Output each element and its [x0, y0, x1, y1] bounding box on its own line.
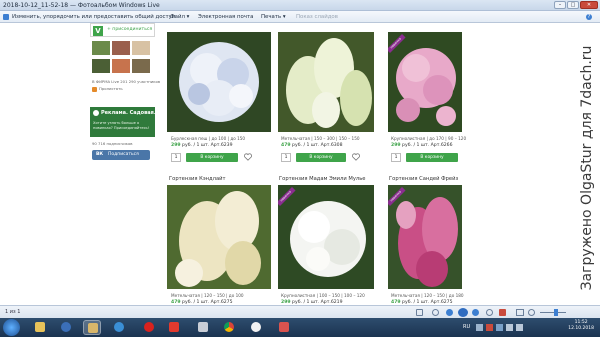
- minimize-button[interactable]: –: [554, 1, 566, 9]
- product-info: Бурлескная пеш | до 100 | до 150: [171, 136, 246, 141]
- tray-icon[interactable]: [496, 324, 503, 331]
- product-info: Крупнолистная | до 170 | 90 – 120: [391, 136, 467, 141]
- quantity-field[interactable]: 1: [281, 153, 291, 162]
- slideshow-play-icon[interactable]: [458, 308, 468, 317]
- ok-icon: [92, 87, 97, 92]
- info-icon[interactable]: [416, 309, 423, 316]
- zoom-slider[interactable]: [540, 312, 566, 313]
- add-to-cart-button[interactable]: В корзину: [296, 153, 346, 162]
- product-image[interactable]: [278, 32, 374, 132]
- volume-icon[interactable]: [516, 324, 523, 331]
- start-button[interactable]: [3, 319, 20, 336]
- product-info: Метельчатая | 120 – 150 | до 100: [171, 293, 244, 298]
- fit-icon[interactable]: [516, 309, 524, 316]
- avatar[interactable]: [92, 41, 110, 55]
- hydrangea-candlelight-photo: [167, 185, 271, 289]
- chrome-icon[interactable]: [220, 320, 238, 335]
- zoom-icon[interactable]: [528, 309, 535, 316]
- product-price: 479 руб. / 1 шт. Арт.6308: [281, 143, 343, 148]
- avatar[interactable]: [132, 59, 150, 73]
- hydrangea-sundae-fraise-photo: [388, 185, 462, 289]
- print-menu[interactable]: Печать ▾: [261, 11, 286, 23]
- tray-icon[interactable]: [486, 324, 493, 331]
- vk-subscribe-label: Подписаться: [108, 152, 139, 157]
- scroll-link[interactable]: Пролистать: [99, 86, 123, 91]
- delete-icon[interactable]: [499, 309, 506, 316]
- vk-subscribe-button[interactable]: ВК Подписаться: [92, 150, 150, 160]
- opera-icon[interactable]: [140, 320, 158, 335]
- slideshow-menu[interactable]: Показ слайдов: [296, 11, 338, 23]
- group-widget-header: V + присоединиться: [90, 23, 155, 37]
- share-menu[interactable]: Изменить, упорядочить или предоставить о…: [12, 11, 175, 23]
- product-image[interactable]: новинка: [278, 185, 374, 289]
- share-icon: [3, 14, 9, 20]
- avatar[interactable]: [112, 59, 130, 73]
- product-title[interactable]: Гортензия Сандей Фрейз: [389, 176, 458, 182]
- language-indicator[interactable]: RU: [463, 318, 470, 337]
- quantity-field[interactable]: 1: [171, 153, 181, 162]
- paint-icon[interactable]: [275, 320, 293, 335]
- rotate-right-icon[interactable]: [486, 309, 493, 316]
- vk-icon: ВК: [96, 152, 104, 157]
- email-menu[interactable]: Электронная почта: [198, 11, 253, 23]
- promo-text: Хотите узнать больше о новинках? Присоед…: [93, 121, 150, 130]
- yandex-browser-icon[interactable]: [247, 320, 265, 335]
- heart-icon[interactable]: [244, 153, 252, 161]
- quantity-field[interactable]: 1: [391, 153, 401, 162]
- members-count: В ФИРМА Live 201 290 участников: [92, 79, 161, 84]
- add-to-cart-button[interactable]: В корзину: [186, 153, 238, 162]
- product-image[interactable]: новинка: [388, 185, 462, 289]
- window-titlebar: 2018-10-12_11-52-18 — Фотоальбом Windows…: [0, 0, 600, 11]
- media-player-icon[interactable]: [57, 320, 75, 335]
- watermark-text: Загружено OlgaStur для 7dach.ru: [579, 45, 595, 291]
- previous-icon[interactable]: [446, 309, 453, 316]
- network-icon[interactable]: [506, 324, 513, 331]
- avatar[interactable]: [112, 41, 130, 55]
- rotate-left-icon[interactable]: [432, 309, 439, 316]
- product-image[interactable]: [167, 32, 271, 132]
- product-image[interactable]: [167, 185, 271, 289]
- product-image[interactable]: новинка: [388, 32, 462, 132]
- yandex-icon[interactable]: [165, 320, 183, 335]
- internet-explorer-icon[interactable]: [110, 320, 128, 335]
- avatar[interactable]: [92, 59, 110, 73]
- app-icon[interactable]: [194, 320, 212, 335]
- product-price: 299 руб. / 1 шт. Арт.6239: [171, 143, 233, 148]
- hydrangea-blue-white-photo: [167, 32, 271, 132]
- heart-icon[interactable]: [352, 153, 360, 161]
- product-price: 299 руб. / 1 шт. Арт.6266: [391, 143, 453, 148]
- add-to-cart-button[interactable]: В корзину: [406, 153, 458, 162]
- group-logo: V: [93, 26, 103, 36]
- photo-gallery-icon[interactable]: [83, 320, 101, 335]
- photo-viewer: V + присоединиться В ФИРМА Live 201 290 …: [0, 23, 600, 305]
- watermark: Загружено OlgaStur для 7dach.ru: [574, 0, 600, 337]
- hydrangea-madame-emile-mouillere-photo: [278, 185, 374, 289]
- followers-count: 90 716 подписчиков: [92, 141, 133, 146]
- next-icon[interactable]: [472, 309, 479, 316]
- window-title: 2018-10-12_11-52-18 — Фотоальбом Windows…: [3, 2, 160, 9]
- file-menu[interactable]: Файл ▾: [170, 11, 189, 23]
- product-title[interactable]: Гортензия Кэндлайт: [169, 176, 226, 182]
- promo-title: Реклама. Садовая...: [101, 110, 160, 116]
- product-info: Метельчатая | 150 – 300 | 150 – 150: [281, 136, 360, 141]
- hydrangea-paniculata-photo: [278, 32, 374, 132]
- promo-banner[interactable]: Реклама. Садовая... Хотите узнать больше…: [90, 107, 160, 137]
- location-icon: [93, 110, 99, 116]
- zoom-slider-thumb[interactable]: [554, 309, 558, 316]
- join-link[interactable]: + присоединиться: [107, 27, 152, 32]
- hydrangea-pink-photo: [388, 32, 462, 132]
- avatar[interactable]: [132, 41, 150, 55]
- statusbar: 1 из 1: [0, 305, 600, 318]
- menubar: Изменить, упорядочить или предоставить о…: [0, 11, 600, 23]
- product-title[interactable]: Гортензия Мадам Эмили Мулье: [279, 176, 365, 182]
- explorer-icon[interactable]: [31, 320, 49, 335]
- taskbar: RU 11:52 12.10.2018: [0, 318, 600, 337]
- product-info: Крупнолистная | 100 – 150 | 100 – 120: [281, 293, 365, 298]
- product-info: Метельчатая | 120 – 150 | до 180: [391, 293, 464, 298]
- tray-icon[interactable]: [476, 324, 483, 331]
